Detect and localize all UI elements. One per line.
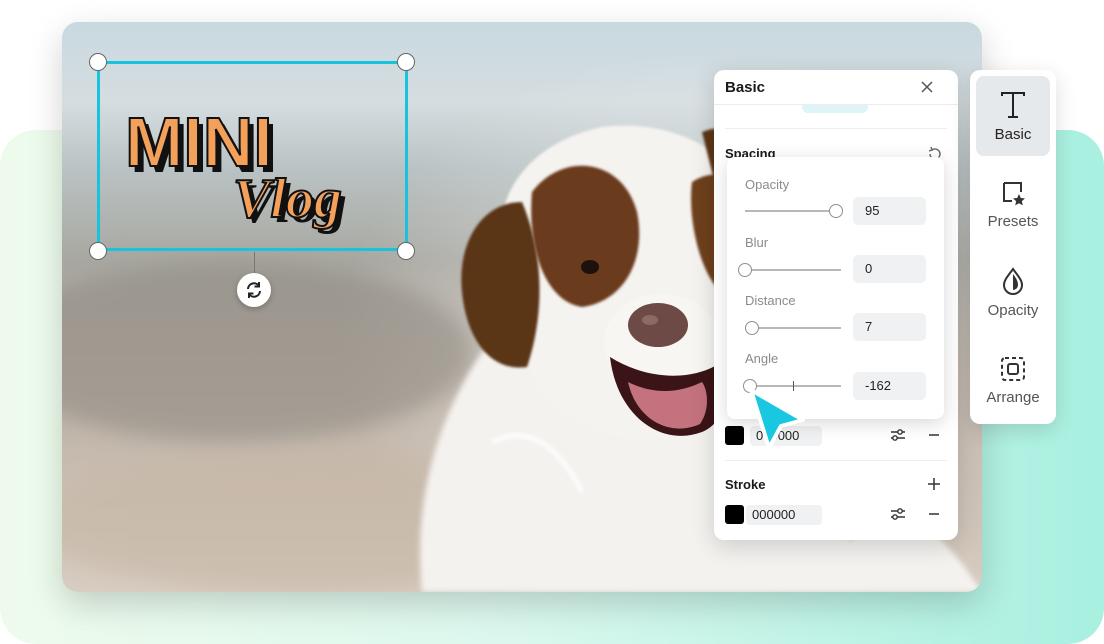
right-toolbar: Basic Presets Opacity Arrange [970,70,1056,424]
preset-star-icon [1003,181,1025,205]
distance-slider-track[interactable] [745,327,841,329]
rotate-button[interactable] [237,273,271,307]
tool-arrange-label: Arrange [986,388,1040,406]
resize-handle-bottom-right[interactable] [397,242,415,260]
adjust-sliders-icon[interactable] [889,426,907,444]
minus-icon[interactable] [925,426,943,444]
rotate-icon [247,282,261,298]
blur-slider-track[interactable] [745,269,841,271]
stroke-hex-field[interactable]: 000000 [746,505,822,525]
arrange-icon [1001,356,1025,381]
blur-value-input[interactable]: 0 [853,255,926,283]
blur-slider-label: Blur [745,235,769,250]
tool-arrange[interactable]: Arrange [976,340,1050,420]
resize-handle-top-left[interactable] [89,53,107,71]
shadow-color-swatch[interactable] [725,426,744,445]
angle-value-input[interactable]: -162 [853,372,926,400]
minus-icon[interactable] [925,505,943,523]
distance-slider-thumb[interactable] [744,321,759,335]
tool-opacity-label: Opacity [987,301,1039,319]
selection-frame[interactable] [97,61,408,251]
stroke-color-swatch[interactable] [725,505,744,524]
divider [725,128,947,129]
close-icon[interactable] [919,79,935,95]
distance-slider-label: Distance [745,293,796,308]
plus-icon[interactable] [925,475,943,493]
opacity-slider-thumb[interactable] [829,204,844,218]
cursor-pointer-icon [749,388,805,450]
tool-presets[interactable]: Presets [976,164,1050,244]
tool-basic-label: Basic [994,125,1032,143]
rotate-connector [254,252,255,274]
panel-title: Basic [725,79,766,96]
distance-value-input[interactable]: 7 [853,313,926,341]
angle-slider-label: Angle [745,351,779,366]
resize-handle-bottom-left[interactable] [89,242,107,260]
shadow-settings-popover: Opacity 95 Blur 0 Distance 7 Angle -162 [727,157,944,419]
text-icon [1001,91,1025,118]
alignment-pill[interactable] [802,105,868,113]
opacity-value-input[interactable]: 95 [853,197,926,225]
opacity-slider-track[interactable] [745,210,841,212]
blur-slider-thumb[interactable] [738,263,752,277]
resize-handle-top-right[interactable] [397,53,415,71]
tool-opacity[interactable]: Opacity [976,252,1050,332]
tool-basic[interactable]: Basic [976,76,1050,156]
opacity-drop-icon [1002,266,1024,295]
stroke-label: Stroke [725,477,766,492]
opacity-slider-label: Opacity [745,177,790,192]
tool-presets-label: Presets [987,212,1039,230]
adjust-sliders-icon[interactable] [889,505,907,523]
divider [725,460,947,461]
